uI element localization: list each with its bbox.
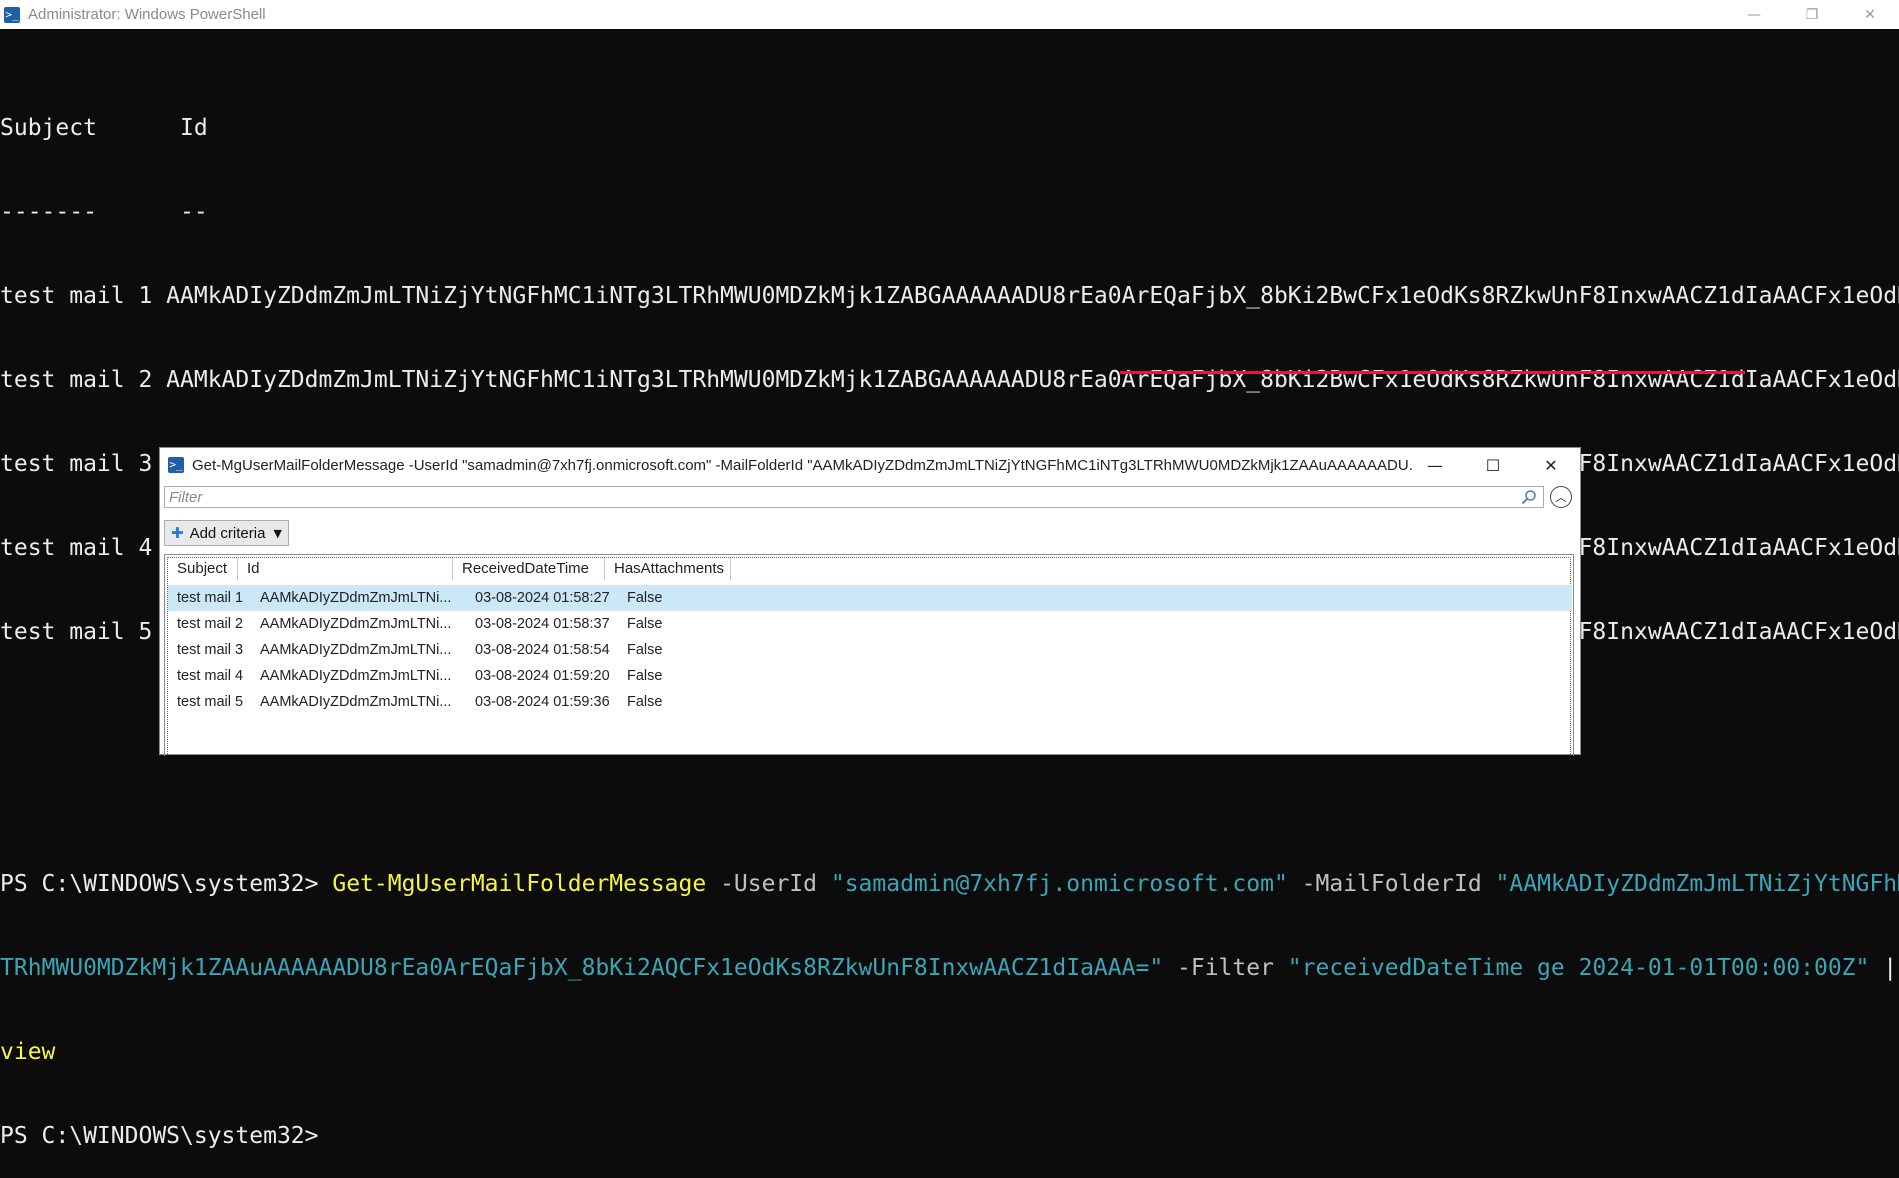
command-line-wrap: TRhMWU0MDZkMjk1ZAAuAAAAAADU8rEa0ArEQaFjb… [0, 954, 1899, 982]
param-mailfolderid: -MailFolderId [1287, 871, 1496, 897]
add-criteria-label: Add criteria [189, 524, 266, 542]
cell-received: 03-08-2024 01:58:27 [475, 590, 610, 606]
pipe-symbol: | [1883, 955, 1898, 981]
cell-subject: test mail 3 [177, 642, 244, 658]
gridview-minimize-button[interactable]: — [1406, 448, 1464, 482]
table-row[interactable]: test mail 4 AAMkADIyZDdmZmJmLTNi... 03-0… [168, 663, 1572, 689]
cell-id: AAMkADIyZDdmZmJmLTNi... [260, 694, 452, 710]
gridview-window-controls: — ☐ ✕ [1406, 448, 1580, 482]
out-gridview-cmd-cont: view [0, 1039, 56, 1065]
powershell-icon: >_ [168, 457, 184, 473]
column-header-receiveddatetime[interactable]: ReceivedDateTime [453, 558, 605, 580]
maximize-button[interactable]: ❐ [1783, 0, 1841, 29]
value-mailfolderid: "AAMkADIyZDdmZmJmLTNiZjYtNGFhMC1iNTg3L [1495, 871, 1899, 897]
powershell-titlebar[interactable]: >_ Administrator: Windows PowerShell — ❐… [0, 0, 1899, 29]
grid-body: Subject Id ReceivedDateTime HasAttachmen… [167, 557, 1572, 754]
value-mailfolderid-cont: TRhMWU0MDZkMjk1ZAAuAAAAAADU8rEa0ArEQaFjb… [0, 955, 1164, 981]
cell-id: AAMkADIyZDdmZmJmLTNi... [260, 616, 452, 632]
out-gridview-window[interactable]: >_ Get-MgUserMailFolderMessage -UserId "… [159, 447, 1581, 756]
cell-received: 03-08-2024 01:58:54 [475, 642, 610, 658]
results-grid[interactable]: Subject Id ReceivedDateTime HasAttachmen… [164, 554, 1574, 756]
search-icon[interactable] [1521, 489, 1537, 505]
cell-id: AAMkADIyZDdmZmJmLTNi... [260, 642, 452, 658]
gridview-title: Get-MgUserMailFolderMessage -UserId "sam… [192, 456, 1412, 474]
cell-id: AAMkADIyZDdmZmJmLTNi... [260, 668, 452, 684]
param-userid: -UserId [706, 871, 831, 897]
console-table-separator: ------- -- [0, 199, 208, 225]
table-row[interactable]: test mail 3 AAMkADIyZDdmZmJmLTNi... 03-0… [168, 637, 1572, 663]
gridview-maximize-button[interactable]: ☐ [1464, 448, 1522, 482]
cell-attachments: False [627, 642, 663, 658]
value-filter: "receivedDateTime ge 2024-01-01T00:00:00… [1287, 955, 1870, 981]
console-table-header: Subject Id [0, 115, 208, 141]
command-line-wrap-2: view [0, 1038, 1899, 1066]
filter-input[interactable] [165, 487, 1513, 507]
plus-icon: ✚ [171, 524, 184, 542]
cell-received: 03-08-2024 01:58:37 [475, 616, 610, 632]
cell-attachments: False [627, 616, 663, 632]
gridview-titlebar[interactable]: >_ Get-MgUserMailFolderMessage -UserId "… [160, 448, 1580, 482]
command-name: Get-MgUserMailFolderMessage [332, 871, 707, 897]
cell-attachments: False [627, 694, 663, 710]
value-userid: "samadmin@7xh7fj.onmicrosoft.com" [830, 871, 1288, 897]
caret-down-icon: ▼ [273, 526, 282, 540]
collapse-up-icon[interactable]: ︿ [1550, 486, 1572, 508]
cell-received: 03-08-2024 01:59:20 [475, 668, 610, 684]
table-row[interactable]: test mail 1 AAMkADIyZDdmZmJmLTNi... 03-0… [168, 585, 1572, 611]
window-title: Administrator: Windows PowerShell [28, 6, 266, 23]
filter-row: ︿ [164, 486, 1574, 510]
cell-subject: test mail 1 [177, 590, 244, 606]
param-filter: -Filter [1163, 955, 1288, 981]
add-criteria-button[interactable]: ✚ Add criteria ▼ [164, 520, 289, 546]
filter-box[interactable] [164, 486, 1544, 508]
gridview-close-button[interactable]: ✕ [1522, 448, 1580, 482]
cell-id: AAMkADIyZDdmZmJmLTNi... [260, 590, 452, 606]
cell-attachments: False [627, 590, 663, 606]
window-controls: — ❐ ✕ [1725, 0, 1899, 29]
cell-attachments: False [627, 668, 663, 684]
powershell-icon: >_ [4, 6, 20, 23]
column-header-id[interactable]: Id [238, 558, 453, 580]
console-row: test mail 1 AAMkADIyZDdmZmJmLTNiZjYtNGFh… [0, 283, 1899, 309]
filter-highlight-underline [1120, 371, 1745, 374]
cell-subject: test mail 5 [177, 694, 244, 710]
column-header-subject[interactable]: Subject [168, 558, 238, 580]
column-header-hasattachments[interactable]: HasAttachments [605, 558, 731, 580]
cell-subject: test mail 2 [177, 616, 244, 632]
close-button[interactable]: ✕ [1841, 0, 1899, 29]
table-row[interactable]: test mail 5 AAMkADIyZDdmZmJmLTNi... 03-0… [168, 689, 1572, 715]
prompt: PS C:\WINDOWS\system32> [0, 871, 333, 897]
cell-subject: test mail 4 [177, 668, 244, 684]
command-line: PS C:\WINDOWS\system32> Get-MgUserMailFo… [0, 870, 1899, 898]
table-row[interactable]: test mail 2 AAMkADIyZDdmZmJmLTNi... 03-0… [168, 611, 1572, 637]
current-prompt: PS C:\WINDOWS\system32> [0, 1123, 319, 1149]
grid-header: Subject Id ReceivedDateTime HasAttachmen… [168, 558, 731, 580]
cell-received: 03-08-2024 01:59:36 [475, 694, 610, 710]
minimize-button[interactable]: — [1725, 0, 1783, 29]
